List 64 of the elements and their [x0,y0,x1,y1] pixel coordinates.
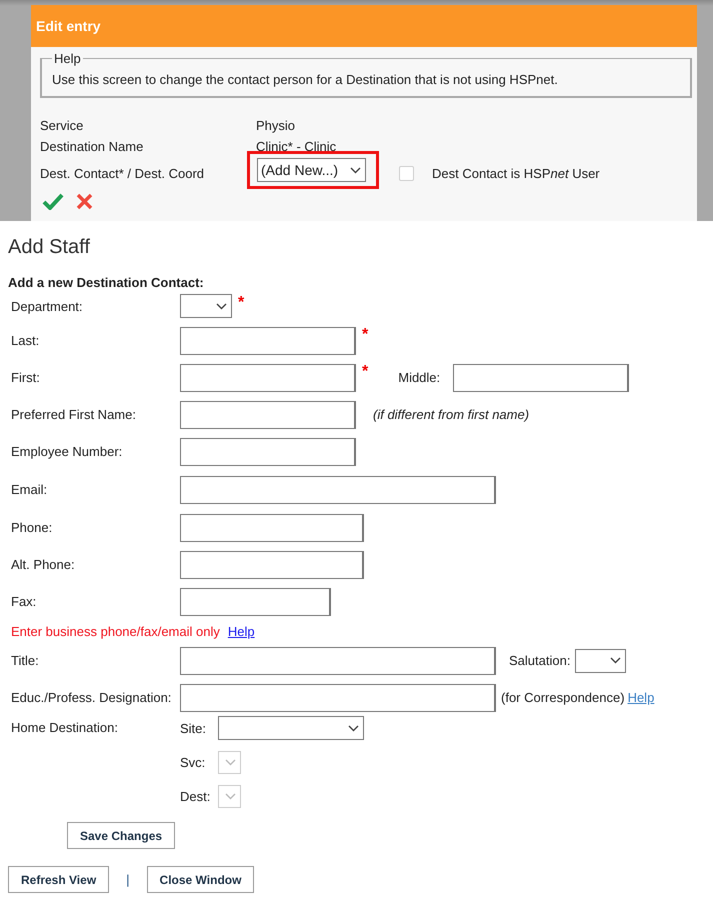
section-title: Add Staff [8,236,91,259]
text-field[interactable] [180,364,356,392]
field-label: Employee Number: [11,444,124,459]
required-mark: * [362,326,368,344]
close-window-button[interactable]: Close Window [146,866,254,893]
text-field[interactable] [180,326,356,354]
info-value: Physio [256,118,296,133]
help-link[interactable]: Help [628,690,654,705]
text-field[interactable] [180,646,496,674]
field-label: Dest: [180,789,212,804]
required-mark: * [362,363,368,381]
field-label: Svc: [180,755,206,770]
checkbox-label: Dest Contact is HSPnet User [432,166,600,180]
chevron-icon [225,759,236,766]
text-field[interactable] [180,400,356,428]
info-label: Service [40,118,84,133]
chevron-icon [610,657,622,664]
field-label: Preferred First Name: [11,407,137,422]
field-label: Educ./Profess. Designation: [11,690,172,705]
checkmark-icon[interactable] [42,193,64,210]
hint-text: (if different from first name) [373,407,530,422]
close-icon[interactable] [76,193,93,210]
save-button[interactable]: Save Changes [67,822,176,849]
salutation-select[interactable] [575,648,626,672]
chevron-icon [348,724,359,732]
field-note: (for Correspondence) [501,690,625,705]
field-label: Title: [11,653,40,668]
field-label: Last: [11,333,40,348]
chevron-icon [350,166,361,174]
panel-title: Edit entry [36,18,101,34]
required-mark: * [238,294,244,312]
chevron-icon [225,793,236,800]
text-field[interactable] [180,684,496,712]
field-label: Alt. Phone: [11,557,76,572]
text-field[interactable] [180,476,496,504]
chevron-icon [216,302,227,310]
refresh-button[interactable]: Refresh View [8,866,110,893]
field-label: Site: [180,720,208,736]
info-label: Destination Name [40,139,144,154]
text-field[interactable] [180,438,356,466]
field-label: Fax: [11,594,38,609]
help-text: Use this screen to change the contact person for a Destination that is not using HSPnet. [52,72,559,87]
form-subtitle: Add a new Destination Contact: [8,275,205,290]
info-label: Dest. Contact* / Dest. Coord [40,166,204,180]
field-label: Email: [11,482,48,497]
text-field[interactable] [453,364,630,392]
checkbox[interactable] [399,166,414,180]
text-field[interactable] [180,514,364,542]
help-link[interactable]: Help [228,624,255,638]
help-legend: Help [52,51,83,66]
field-label: Department: [11,298,84,314]
department-select[interactable] [180,294,232,318]
field-label: Home Destination: [11,720,119,735]
text-field[interactable] [180,550,364,578]
field-label: Phone: [11,520,54,535]
notice-text: Enter business phone/fax/email only [11,624,220,638]
field-label: First: [11,370,41,385]
separator: | [126,872,130,887]
dropdown-select[interactable] [218,716,364,740]
field-label: Middle: [398,370,440,385]
contact-select[interactable]: (Add New...) [257,158,366,182]
info-value: Clinic* - Clinic [256,139,338,154]
text-field[interactable] [180,588,331,616]
field-label: Salutation: [509,653,570,668]
